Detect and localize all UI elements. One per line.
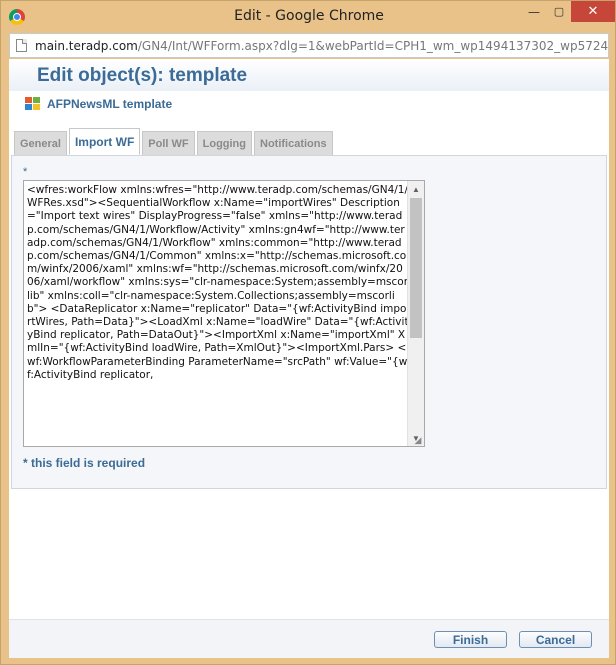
- title-bar: Edit - Google Chrome — ▢ ✕: [1, 1, 616, 33]
- minimize-button[interactable]: —: [521, 1, 547, 22]
- tab-notifications[interactable]: Notifications: [254, 131, 333, 155]
- tab-logging[interactable]: Logging: [196, 131, 252, 155]
- scroll-up-icon[interactable]: ▲: [408, 181, 424, 197]
- object-row: AFPNewsML template: [25, 97, 172, 111]
- tab-general[interactable]: General: [14, 131, 67, 155]
- address-bar[interactable]: main.teradp.com/GN4/Int/WFForm.aspx?dlg=…: [9, 33, 609, 58]
- url-path: /GN4/Int/WFForm.aspx?dlg=1&webPartId=CPH…: [137, 38, 609, 53]
- header-band: Edit object(s): template: [9, 59, 609, 91]
- textarea-scrollbar[interactable]: ▲ ▼: [407, 181, 424, 446]
- page-icon: [16, 39, 27, 52]
- import-wf-panel: * <wfres:workFlow xmlns:wfres="http://ww…: [11, 155, 607, 489]
- workflow-xml-value[interactable]: <wfres:workFlow xmlns:wfres="http://www.…: [27, 184, 409, 382]
- scroll-thumb[interactable]: [410, 198, 422, 338]
- maximize-button[interactable]: ▢: [547, 1, 571, 22]
- url-host: main.teradp.com: [35, 38, 138, 53]
- template-icon: [25, 97, 41, 111]
- required-message: * this field is required: [23, 456, 146, 470]
- dialog-content: Edit object(s): template AFPNewsML templ…: [9, 59, 609, 658]
- page-title: Edit object(s): template: [37, 65, 248, 86]
- tab-bar: General Import WF Poll WF Logging Notifi…: [14, 128, 335, 155]
- workflow-xml-textarea[interactable]: <wfres:workFlow xmlns:wfres="http://www.…: [23, 180, 425, 447]
- finish-button[interactable]: Finish: [434, 631, 507, 648]
- browser-window: Edit - Google Chrome — ▢ ✕ main.teradp.c…: [0, 0, 616, 665]
- close-window-button[interactable]: ✕: [571, 1, 615, 22]
- cancel-button[interactable]: Cancel: [519, 631, 592, 648]
- object-name: AFPNewsML template: [47, 97, 173, 111]
- resize-grip-icon[interactable]: ◢: [413, 435, 423, 445]
- tab-poll-wf[interactable]: Poll WF: [142, 131, 195, 155]
- required-marker: *: [23, 166, 28, 178]
- tab-import-wf[interactable]: Import WF: [68, 128, 141, 155]
